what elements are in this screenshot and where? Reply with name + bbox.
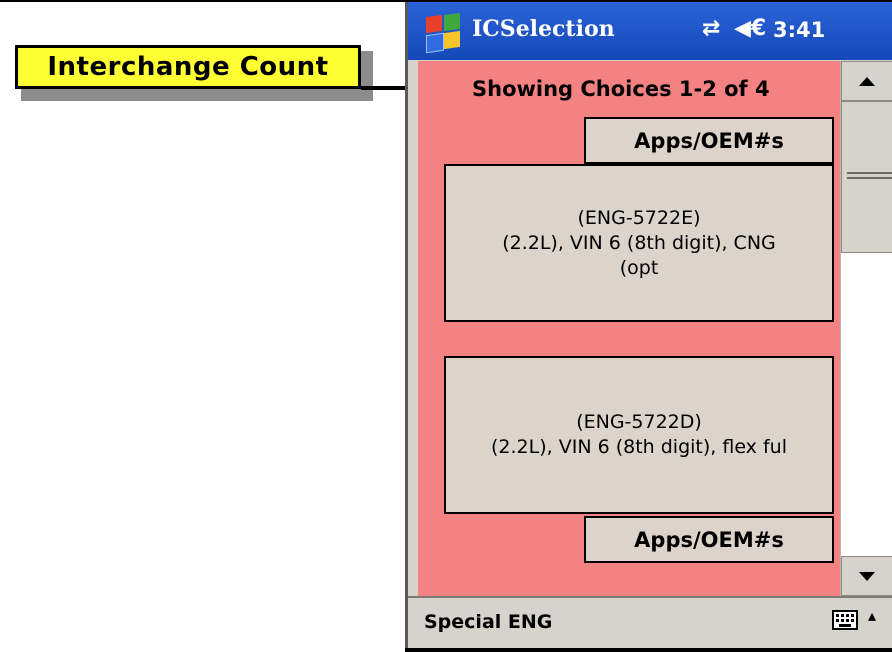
grip-line <box>847 172 892 174</box>
windows-start-icon[interactable] <box>424 12 462 54</box>
connectivity-icon[interactable]: ⇄ <box>702 16 720 41</box>
arrow-down-icon <box>859 571 875 581</box>
choice-1-line-3: (opt <box>619 256 659 279</box>
sip-arrow-icon[interactable]: ▴ <box>868 606 876 625</box>
choices-panel: Showing Choices 1-2 of 4 Apps/OEM#s (ENG… <box>418 61 840 596</box>
choice-2-line-1: (ENG-5722D) <box>576 411 702 433</box>
apps-oem-button-top[interactable]: Apps/OEM#s <box>584 117 834 164</box>
volume-icon[interactable]: ◀€ <box>734 16 766 41</box>
interchange-count-callout: Interchange Count <box>15 45 361 89</box>
grip-line <box>847 177 892 179</box>
device-bottom-edge <box>405 648 892 652</box>
app-title: ICSelection <box>472 16 615 42</box>
choice-button-1[interactable]: (ENG-5722E) (2.2L), VIN 6 (8th digit), C… <box>444 164 834 322</box>
choice-1-line-1: (ENG-5722E) <box>577 206 701 229</box>
clock-time[interactable]: 3:41 <box>773 18 825 42</box>
choice-2-line-2: (2.2L), VIN 6 (8th digit), flex ful <box>491 436 787 458</box>
choice-button-2[interactable]: (ENG-5722D) (2.2L), VIN 6 (8th digit), f… <box>444 356 834 514</box>
vertical-scrollbar[interactable] <box>840 61 892 596</box>
scroll-down-button[interactable] <box>841 556 892 596</box>
scroll-thumb[interactable] <box>841 101 892 253</box>
interchange-count-text: Showing Choices 1-2 of 4 <box>472 77 770 101</box>
scroll-up-button[interactable] <box>841 61 892 101</box>
special-eng-menu[interactable]: Special ENG <box>424 611 552 633</box>
menu-bar: Special ENG ▴ <box>408 596 892 648</box>
device-edge <box>405 2 408 652</box>
choice-1-line-2: (2.2L), VIN 6 (8th digit), CNG <box>502 231 776 254</box>
apps-oem-button-bottom[interactable]: Apps/OEM#s <box>584 516 834 563</box>
title-bar: ICSelection ⇄ ◀€ 3:41 <box>408 2 892 60</box>
keyboard-icon[interactable] <box>832 610 858 630</box>
arrow-up-icon <box>859 76 875 86</box>
